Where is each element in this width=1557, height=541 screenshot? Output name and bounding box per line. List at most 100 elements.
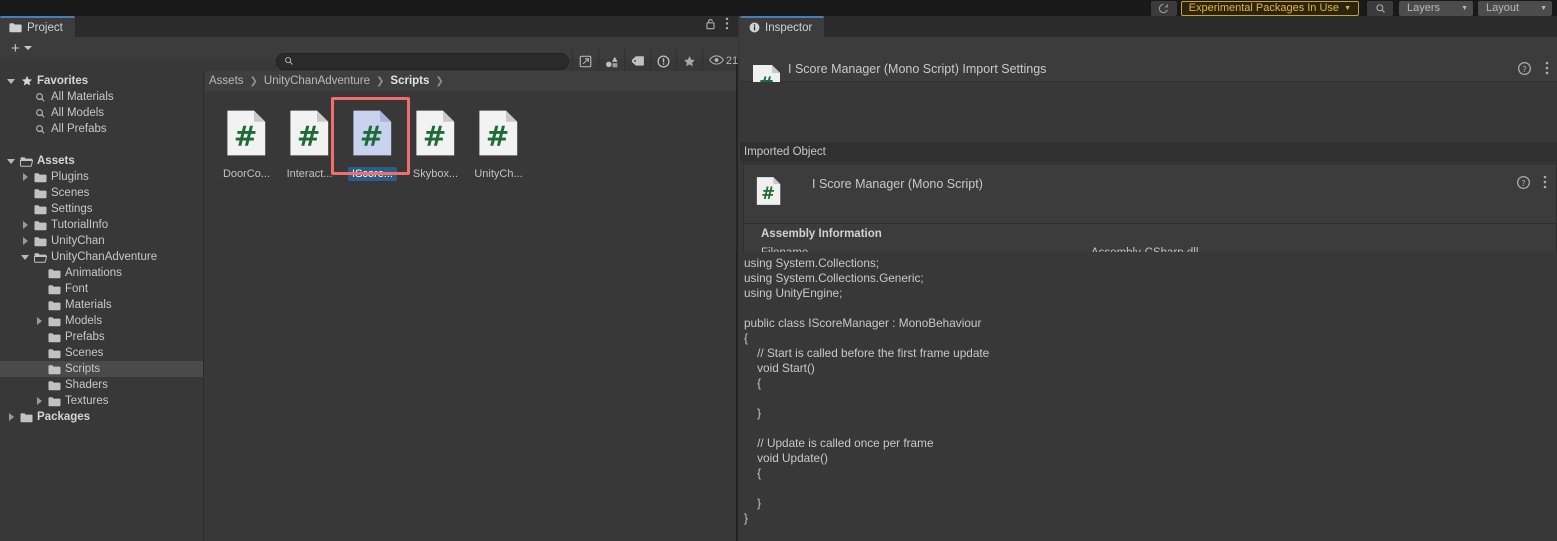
tree-item-label: Textures xyxy=(65,395,108,407)
tree-item-settings[interactable]: Settings xyxy=(0,201,203,217)
tab-project[interactable]: Project xyxy=(0,16,75,37)
twisty-closed-icon[interactable] xyxy=(18,221,32,229)
tree-item-prefabs[interactable]: Prefabs xyxy=(0,329,203,345)
tree-item-scenes[interactable]: Scenes xyxy=(0,185,203,201)
breadcrumb[interactable]: Assets❯UnityChanAdventure❯Scripts❯ xyxy=(205,71,736,91)
breadcrumb-separator-icon: ❯ xyxy=(435,76,443,87)
svg-text:#: # xyxy=(233,120,256,153)
tree-item-label: Font xyxy=(65,283,88,295)
layout-label: Layout xyxy=(1486,2,1519,14)
tree-item-label: Packages xyxy=(37,411,90,423)
asset-item-label: UnityCh... xyxy=(470,167,526,181)
tree-item-materials[interactable]: Materials xyxy=(0,297,203,313)
twisty-open-icon[interactable] xyxy=(18,255,32,260)
kebab-menu-icon[interactable] xyxy=(725,17,729,33)
asset-item[interactable]: #Skybox... xyxy=(404,103,467,181)
tree-item-models[interactable]: Models xyxy=(0,313,203,329)
label-filter-icon[interactable] xyxy=(624,50,650,72)
layout-dropdown[interactable]: Layout ▼ xyxy=(1478,1,1552,16)
chevron-down-icon: ▼ xyxy=(1344,5,1351,12)
tree-item-label: Materials xyxy=(65,299,112,311)
tab-inspector-label: Inspector xyxy=(765,22,812,34)
tree-item-label: Scenes xyxy=(65,347,103,359)
twisty-open-icon[interactable] xyxy=(4,79,18,84)
chevron-down-icon: ▼ xyxy=(1461,5,1468,12)
folder-icon xyxy=(46,268,63,279)
tree-item-label: Animations xyxy=(65,267,122,279)
tree-item-tutorialinfo[interactable]: TutorialInfo xyxy=(0,217,203,233)
tree-item-label: Settings xyxy=(51,203,93,215)
tree-item-unitychan[interactable]: UnityChan xyxy=(0,233,203,249)
twisty-open-icon[interactable] xyxy=(4,159,18,164)
folder-icon xyxy=(46,332,63,343)
tree-item-unitychanadventure[interactable]: UnityChanAdventure xyxy=(0,249,203,265)
create-asset-button[interactable]: + xyxy=(6,40,37,57)
csharp-script-icon: # xyxy=(415,109,457,160)
folder-icon xyxy=(32,236,49,247)
tree-item-packages[interactable]: Packages xyxy=(0,409,203,425)
folder-icon xyxy=(46,284,63,295)
search-icon xyxy=(32,108,49,119)
twisty-closed-icon[interactable] xyxy=(4,413,18,421)
lock-icon[interactable] xyxy=(705,18,716,33)
tree-item-assets[interactable]: Assets xyxy=(0,153,203,169)
tree-item-scripts[interactable]: Scripts xyxy=(0,361,203,377)
asset-browser: Assets❯UnityChanAdventure❯Scripts❯ #Door… xyxy=(205,71,736,541)
inspector-tab-strip: Inspector xyxy=(740,16,1557,37)
breadcrumb-item-assets[interactable]: Assets xyxy=(209,75,244,87)
twisty-closed-icon[interactable] xyxy=(18,173,32,181)
tree-item-all-materials[interactable]: All Materials xyxy=(0,89,203,105)
tree-item-label: Plugins xyxy=(51,171,89,183)
tree-item-label: All Prefabs xyxy=(51,123,107,135)
search-input-wrapper[interactable] xyxy=(276,53,569,70)
tree-item-all-prefabs[interactable]: All Prefabs xyxy=(0,121,203,137)
experimental-packages-label: Experimental Packages In Use xyxy=(1189,2,1339,14)
star-icon xyxy=(18,75,35,87)
asset-item[interactable]: # Interact... xyxy=(278,103,341,181)
search-icon xyxy=(32,92,49,103)
warning-filter-icon[interactable] xyxy=(650,50,676,72)
cloud-refresh-icon[interactable] xyxy=(1151,1,1177,16)
tree-item-plugins[interactable]: Plugins xyxy=(0,169,203,185)
tree-item-all-models[interactable]: All Models xyxy=(0,105,203,121)
csharp-script-icon: # xyxy=(289,109,331,160)
experimental-packages-badge[interactable]: Experimental Packages In Use ▼ xyxy=(1181,1,1359,16)
tab-inspector[interactable]: Inspector xyxy=(740,16,824,37)
twisty-closed-icon[interactable] xyxy=(18,237,32,245)
inspector-title: I Score Manager (Mono Script) Import Set… xyxy=(788,62,1046,76)
layers-dropdown[interactable]: Layers ▼ xyxy=(1399,1,1473,16)
visible-count[interactable]: 21 xyxy=(702,50,744,72)
breadcrumb-item-unitychanadventure[interactable]: UnityChanAdventure xyxy=(264,75,370,87)
asset-item[interactable]: #IScore... xyxy=(341,103,404,181)
kebab-menu-icon[interactable] xyxy=(1543,175,1547,192)
breadcrumb-item-scripts[interactable]: Scripts xyxy=(390,75,429,87)
tree-item-animations[interactable]: Animations xyxy=(0,265,203,281)
help-icon[interactable]: ? xyxy=(1518,62,1531,78)
kebab-menu-icon[interactable] xyxy=(1545,61,1549,78)
global-search-icon[interactable] xyxy=(1367,1,1393,16)
type-filter-icon[interactable] xyxy=(598,50,624,72)
tree-item-font[interactable]: Font xyxy=(0,281,203,297)
tree-item-label: Favorites xyxy=(37,75,88,87)
twisty-closed-icon[interactable] xyxy=(32,317,46,325)
favorite-filter-icon[interactable] xyxy=(676,50,702,72)
folder-icon xyxy=(46,316,63,327)
search-input[interactable] xyxy=(299,56,561,68)
tree-item-shaders[interactable]: Shaders xyxy=(0,377,203,393)
tree-item-textures[interactable]: Textures xyxy=(0,393,203,409)
chevron-down-icon xyxy=(24,46,32,50)
expand-search-icon[interactable] xyxy=(572,50,598,72)
folder-icon xyxy=(46,396,63,407)
tree-item-favorites[interactable]: Favorites xyxy=(0,73,203,89)
project-filter-icons: 21 xyxy=(572,50,744,72)
tree-item-scenes[interactable]: Scenes xyxy=(0,345,203,361)
twisty-closed-icon[interactable] xyxy=(32,397,46,405)
asset-item-label: Interact... xyxy=(283,167,337,181)
asset-grid[interactable]: #DoorCo...#Interact...#IScore...#Skybox.… xyxy=(205,91,736,181)
tree-item-label: All Materials xyxy=(51,91,114,103)
help-icon[interactable]: ? xyxy=(1517,176,1530,192)
asset-item[interactable]: #UnityCh... xyxy=(467,103,530,181)
script-source-preview: using System.Collections; using System.C… xyxy=(740,252,1557,541)
project-folder-tree[interactable]: Favorites All Materials All Models All Pref… xyxy=(0,71,204,541)
asset-item[interactable]: #DoorCo... xyxy=(215,103,278,181)
